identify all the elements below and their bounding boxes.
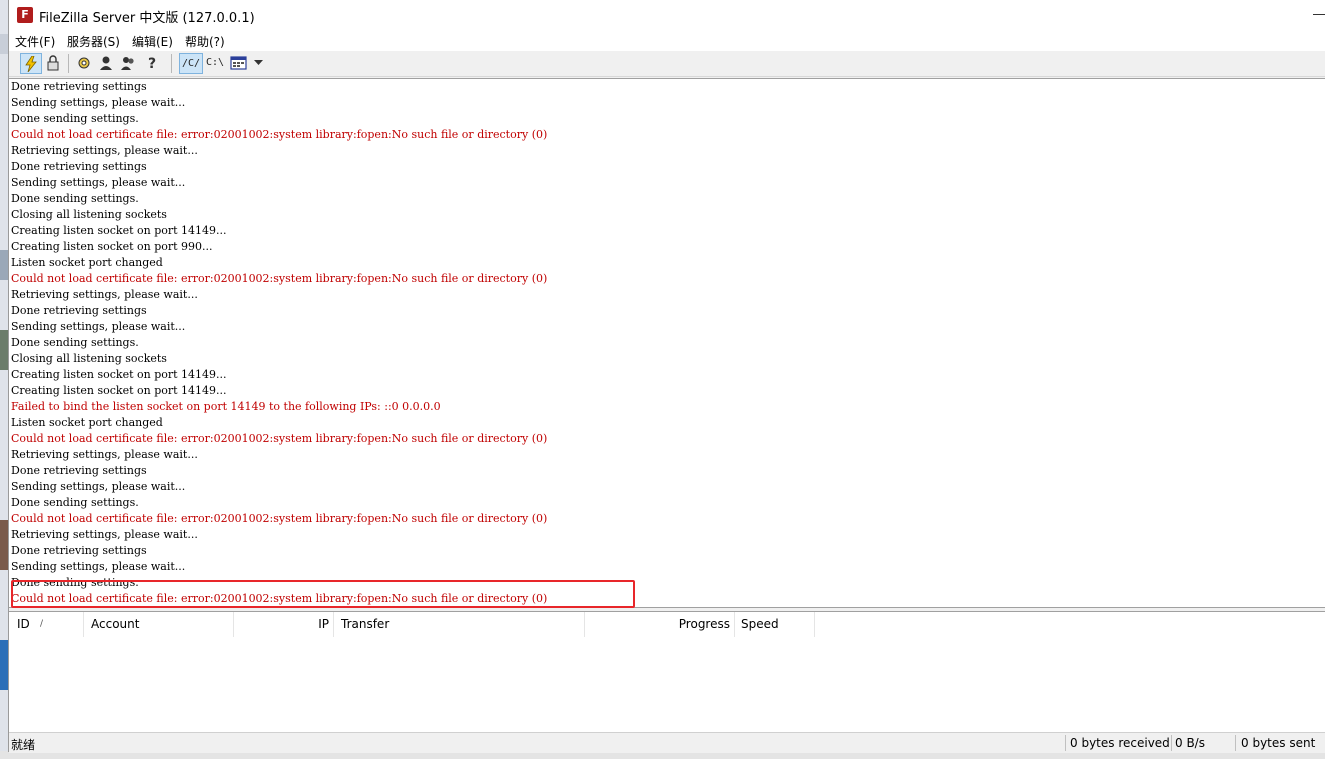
filezilla-window: F FileZilla Server 中文版 (127.0.0.1) 文件(F)…: [8, 0, 1325, 753]
log-line: Retrieving settings, please wait...: [11, 288, 198, 301]
status-ready: 就绪: [11, 738, 36, 752]
dir-unix-button[interactable]: /C/: [179, 53, 203, 74]
log-line: Done retrieving settings: [11, 160, 147, 173]
log-line: Done retrieving settings: [11, 464, 147, 477]
log-line: Done retrieving settings: [11, 304, 147, 317]
sort-indicator-icon: /: [40, 619, 44, 629]
users-icon[interactable]: [95, 53, 117, 74]
log-line: Creating listen socket on port 14149...: [11, 224, 227, 237]
log-line: Closing all listening sockets: [11, 208, 167, 221]
log-line: Creating listen socket on port 990...: [11, 240, 213, 253]
status-bar: 就绪 0 bytes received 0 B/s 0 bytes sent: [9, 732, 1325, 753]
log-line: Done sending settings.: [11, 192, 139, 205]
filezilla-app-icon: F: [17, 7, 33, 23]
column-speed[interactable]: Speed: [735, 612, 815, 637]
highlight-annotation: [11, 580, 635, 608]
menu-file[interactable]: 文件(F): [15, 33, 55, 50]
desktop-background: [0, 0, 8, 759]
log-line-error: Could not load certificate file: error:0…: [11, 512, 548, 525]
log-line: Sending settings, please wait...: [11, 176, 186, 189]
settings-icon[interactable]: [73, 53, 95, 74]
view-icon[interactable]: [228, 53, 250, 74]
log-line: Retrieving settings, please wait...: [11, 448, 198, 461]
log-line: Listen socket port changed: [11, 256, 163, 269]
title-bar: F FileZilla Server 中文版 (127.0.0.1): [9, 0, 1325, 31]
log-line: Creating listen socket on port 14149...: [11, 384, 227, 397]
menu-server[interactable]: 服务器(S): [67, 33, 120, 50]
column-account[interactable]: Account: [84, 612, 234, 637]
help-icon[interactable]: ?: [141, 53, 163, 74]
lightning-icon[interactable]: [20, 53, 42, 74]
log-line: Sending settings, please wait...: [11, 96, 186, 109]
column-transfer[interactable]: Transfer: [334, 612, 585, 637]
toolbar: ? /C/ C:\: [9, 51, 1325, 77]
status-bytes-received: 0 bytes received: [1070, 736, 1170, 750]
column-progress[interactable]: Progress: [585, 612, 735, 637]
log-line: Sending settings, please wait...: [11, 560, 186, 573]
log-line-error: Could not load certificate file: error:0…: [11, 432, 548, 445]
menu-edit[interactable]: 编辑(E): [132, 33, 173, 50]
status-bytes-sent: 0 bytes sent: [1241, 736, 1316, 750]
log-line: Retrieving settings, please wait...: [11, 528, 198, 541]
log-line: Retrieving settings, please wait...: [11, 144, 198, 157]
menu-help[interactable]: 帮助(?): [185, 33, 225, 50]
log-line: Closing all listening sockets: [11, 352, 167, 365]
menu-bar: 文件(F) 服务器(S) 编辑(E) 帮助(?): [9, 31, 1325, 51]
column-ip[interactable]: IP: [234, 612, 334, 637]
log-line-error: Failed to bind the listen socket on port…: [11, 400, 441, 413]
svg-text:?: ?: [148, 56, 156, 71]
log-line: Done sending settings.: [11, 112, 139, 125]
column-id[interactable]: ID /: [9, 612, 84, 637]
log-line: Sending settings, please wait...: [11, 480, 186, 493]
log-line: Done sending settings.: [11, 336, 139, 349]
groups-icon[interactable]: [117, 53, 139, 74]
log-line: Done retrieving settings: [11, 80, 147, 93]
log-line: Done sending settings.: [11, 496, 139, 509]
log-line-error: Could not load certificate file: error:0…: [11, 128, 548, 141]
minimize-icon[interactable]: [1313, 14, 1325, 15]
transfer-list[interactable]: ID / Account IP Transfer Progress Speed: [9, 611, 1325, 732]
log-line-error: Could not load certificate file: error:0…: [11, 272, 548, 285]
view-dropdown-chevron-icon[interactable]: [251, 53, 265, 74]
dir-windows-button[interactable]: C:\: [203, 53, 227, 74]
log-line: Sending settings, please wait...: [11, 320, 186, 333]
status-receive-speed: 0 B/s: [1175, 736, 1205, 750]
window-title: FileZilla Server 中文版 (127.0.0.1): [39, 11, 255, 26]
log-line: Done retrieving settings: [11, 544, 147, 557]
log-line: Listen socket port changed: [11, 416, 163, 429]
log-line: Creating listen socket on port 14149...: [11, 368, 227, 381]
log-panel[interactable]: Done retrieving settings Sending settings…: [9, 78, 1325, 608]
lock-icon[interactable]: [42, 53, 64, 74]
